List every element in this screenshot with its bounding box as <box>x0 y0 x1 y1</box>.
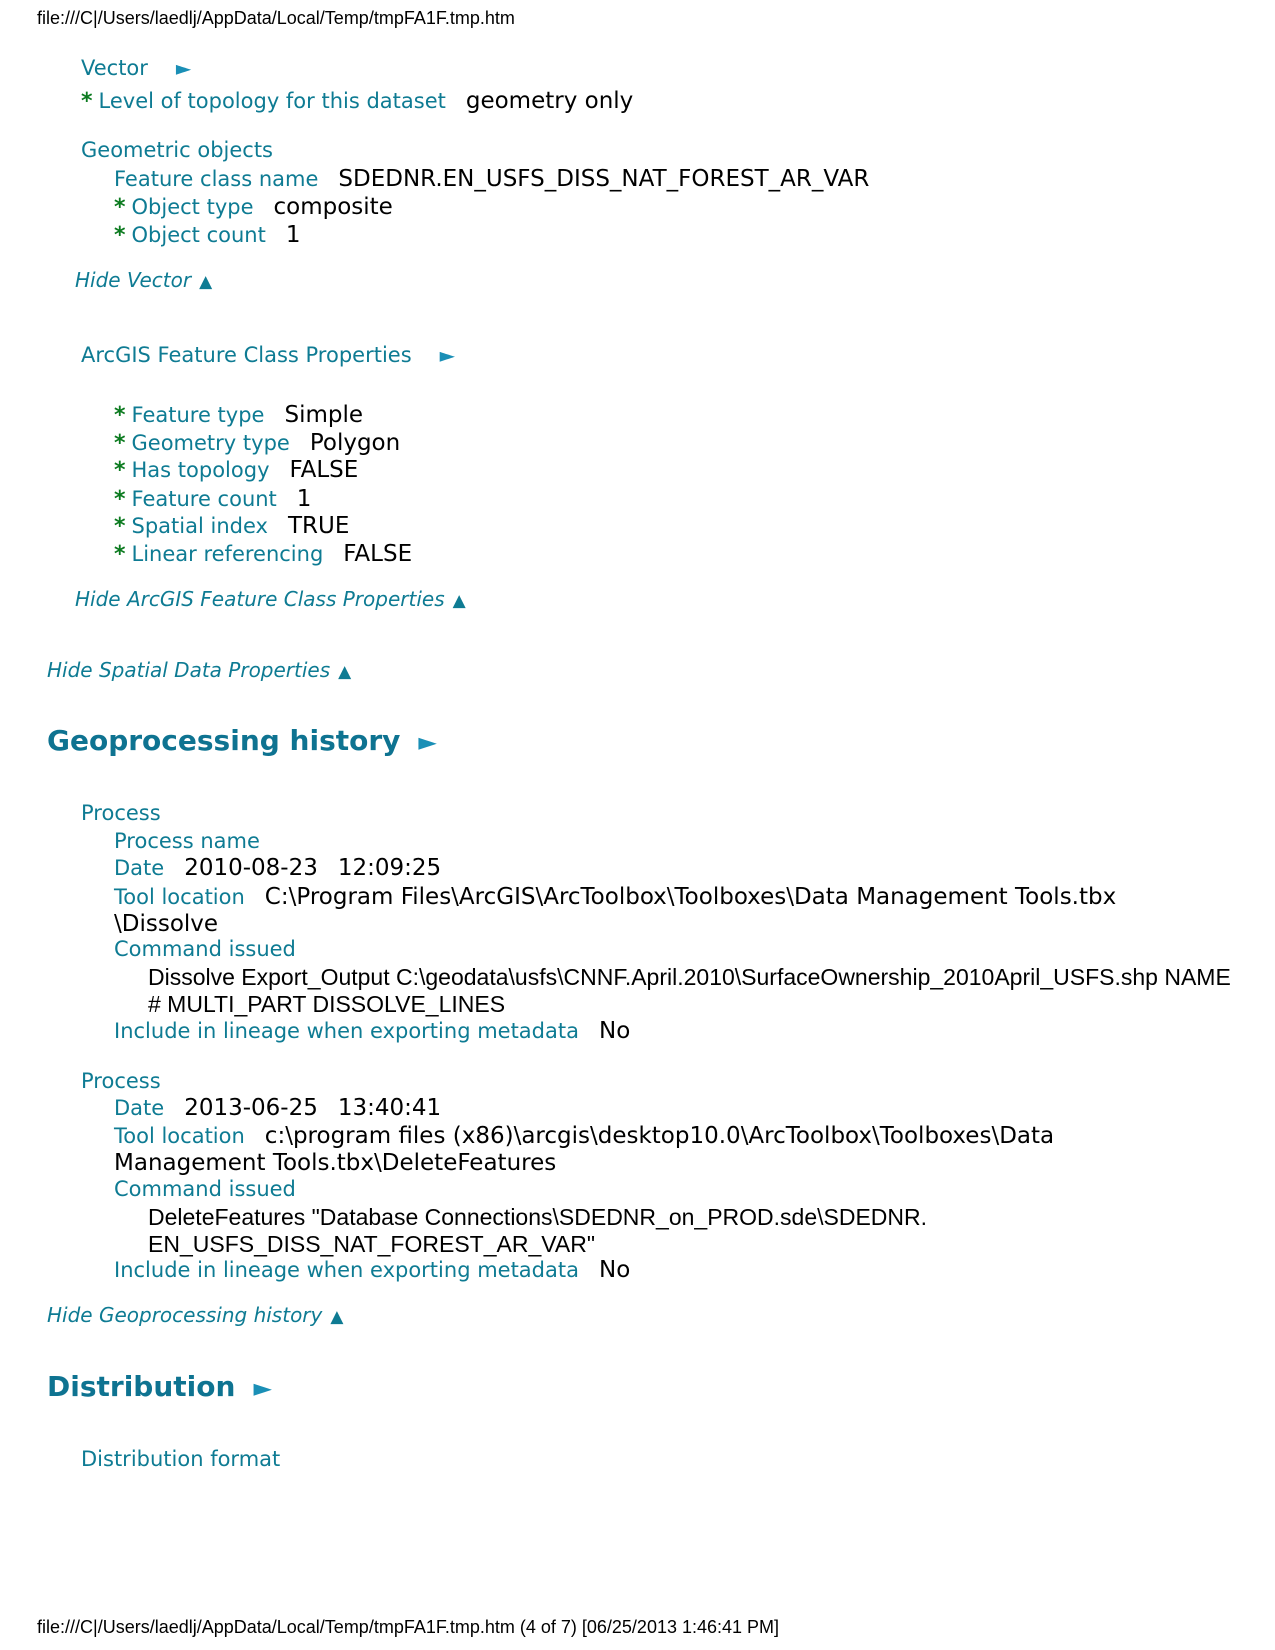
property-label: Spatial index <box>131 514 268 538</box>
lineage-row: Include in lineage when exporting metada… <box>114 1257 630 1283</box>
date-label: Date <box>114 856 165 880</box>
header-url: file:///C|/Users/laedlj/AppData/Local/Te… <box>37 8 515 28</box>
feature-class-name-row: Feature class name SDEDNR.EN_USFS_DISS_NA… <box>114 166 869 192</box>
tool-location-value: C:\Program Files\ArcGIS\ArcToolbox\Toolb… <box>264 884 1117 910</box>
property-value: FALSE <box>343 541 413 567</box>
time-value: 12:09:25 <box>337 855 442 881</box>
required-star-icon: * <box>114 542 126 567</box>
arcgis-title: ArcGIS Feature Class Properties <box>81 343 412 367</box>
required-star-icon: * <box>114 487 126 512</box>
time-value: 13:40:41 <box>337 1095 442 1121</box>
property-label: Geometry type <box>131 431 290 455</box>
command-text-cont: EN_USFS_DISS_NAT_FOREST_AR_VAR" <box>148 1231 595 1257</box>
object-type-label: Object type <box>131 195 254 219</box>
expand-arrow-icon[interactable]: ► <box>253 1374 271 1402</box>
object-count-value: 1 <box>285 222 301 248</box>
footer-url: file:///C|/Users/laedlj/AppData/Local/Te… <box>37 1617 780 1637</box>
property-label: Linear referencing <box>131 542 324 566</box>
hide-spatial-label: Hide Spatial Data Properties <box>47 658 331 682</box>
property-label: Feature count <box>131 487 277 511</box>
property-value: FALSE <box>289 457 359 483</box>
command-text-cont: # MULTI_PART DISSOLVE_LINES <box>148 991 506 1017</box>
required-star-icon: * <box>81 89 93 114</box>
property-value: Polygon <box>309 430 401 456</box>
property-label: Has topology <box>131 458 270 482</box>
lineage-label: Include in lineage when exporting metada… <box>114 1019 579 1043</box>
geoprocessing-title: Geoprocessing history <box>47 724 401 757</box>
expand-arrow-icon[interactable]: ► <box>440 343 455 367</box>
arcgis-property-row: * Feature type Simple <box>114 402 363 428</box>
topology-row: * Level of topology for this dataset geome… <box>81 88 633 114</box>
object-count-label: Object count <box>131 223 266 247</box>
date-value: 2010-08-23 <box>184 855 318 881</box>
required-star-icon: * <box>114 403 126 428</box>
property-label: Feature type <box>131 403 265 427</box>
command-text: DeleteFeatures "Database Connections\SDE… <box>148 1204 928 1230</box>
required-star-icon: * <box>114 195 126 220</box>
date-value: 2013-06-25 <box>184 1095 318 1121</box>
hide-vector-link[interactable]: Hide Vector ▲ <box>75 268 212 292</box>
hide-geoprocessing-link[interactable]: Hide Geoprocessing history ▲ <box>47 1303 343 1327</box>
hide-arcgis-label: Hide ArcGIS Feature Class Properties <box>75 587 445 611</box>
process-date-row: Date 2010-08-23 12:09:25 <box>114 855 441 881</box>
required-star-icon: * <box>114 223 126 248</box>
command-issued-label: Command issued <box>114 937 296 961</box>
vector-section-title: Vector ► <box>81 56 191 80</box>
tool-location-label: Tool location <box>114 1124 245 1148</box>
distribution-format-label: Distribution format <box>81 1447 281 1471</box>
feature-class-name-label: Feature class name <box>114 167 319 191</box>
tool-location-label: Tool location <box>114 885 245 909</box>
tool-location-value-cont: Management Tools.tbx\DeleteFeatures <box>114 1150 557 1176</box>
arcgis-property-row: * Has topology FALSE <box>114 457 358 483</box>
distribution-title: Distribution <box>47 1370 236 1403</box>
arcgis-property-row: * Feature count 1 <box>114 486 311 512</box>
process-title: Process <box>81 1069 161 1093</box>
property-value: 1 <box>296 486 312 512</box>
arcgis-property-row: * Geometry type Polygon <box>114 430 400 456</box>
property-value: TRUE <box>287 513 350 539</box>
expand-arrow-icon[interactable]: ► <box>418 728 436 756</box>
hide-vector-label: Hide Vector <box>75 268 192 292</box>
object-type-row: * Object type composite <box>114 194 393 220</box>
lineage-label: Include in lineage when exporting metada… <box>114 1258 579 1282</box>
object-type-value: composite <box>273 194 393 220</box>
property-value: Simple <box>284 402 364 428</box>
tool-location-row: Tool location c:\program files (x86)\arcg… <box>114 1123 1054 1149</box>
lineage-value: No <box>598 1018 631 1044</box>
geometric-objects-title: Geometric objects <box>81 138 273 162</box>
lineage-value: No <box>598 1257 631 1283</box>
geoprocessing-heading: Geoprocessing history ► <box>47 724 437 757</box>
required-star-icon: * <box>114 431 126 456</box>
expand-arrow-icon[interactable]: ► <box>176 56 191 80</box>
command-text: Dissolve Export_Output C:\geodata\usfs\C… <box>148 964 1231 990</box>
required-star-icon: * <box>114 458 126 483</box>
hide-arcgis-link[interactable]: Hide ArcGIS Feature Class Properties ▲ <box>75 587 466 611</box>
process-name-label: Process name <box>114 829 260 853</box>
collapse-arrow-icon: ▲ <box>452 591 466 611</box>
tool-location-value: c:\program files (x86)\arcgis\desktop10.… <box>264 1123 1055 1149</box>
process-title: Process <box>81 801 161 825</box>
topology-value: geometry only <box>465 88 634 114</box>
feature-class-name-value: SDEDNR.EN_USFS_DISS_NAT_FOREST_AR_VAR <box>338 166 870 192</box>
distribution-heading: Distribution ► <box>47 1370 272 1403</box>
topology-label: Level of topology for this dataset <box>98 89 446 113</box>
tool-location-value-cont: \Dissolve <box>114 911 219 937</box>
process-date-row: Date 2013-06-25 13:40:41 <box>114 1095 441 1121</box>
lineage-row: Include in lineage when exporting metada… <box>114 1018 630 1044</box>
arcgis-section-title: ArcGIS Feature Class Properties ► <box>81 343 455 367</box>
collapse-arrow-icon: ▲ <box>330 1307 344 1327</box>
arcgis-property-row: * Spatial index TRUE <box>114 513 349 539</box>
collapse-arrow-icon: ▲ <box>338 662 352 682</box>
object-count-row: * Object count 1 <box>114 222 300 248</box>
hide-geoprocessing-label: Hide Geoprocessing history <box>47 1303 323 1327</box>
tool-location-row: Tool location C:\Program Files\ArcGIS\Arc… <box>114 884 1116 910</box>
required-star-icon: * <box>114 514 126 539</box>
hide-spatial-link[interactable]: Hide Spatial Data Properties ▲ <box>47 658 351 682</box>
collapse-arrow-icon: ▲ <box>199 272 213 292</box>
command-issued-label: Command issued <box>114 1177 296 1201</box>
vector-title: Vector <box>81 56 148 80</box>
arcgis-property-row: * Linear referencing FALSE <box>114 541 412 567</box>
date-label: Date <box>114 1096 165 1120</box>
